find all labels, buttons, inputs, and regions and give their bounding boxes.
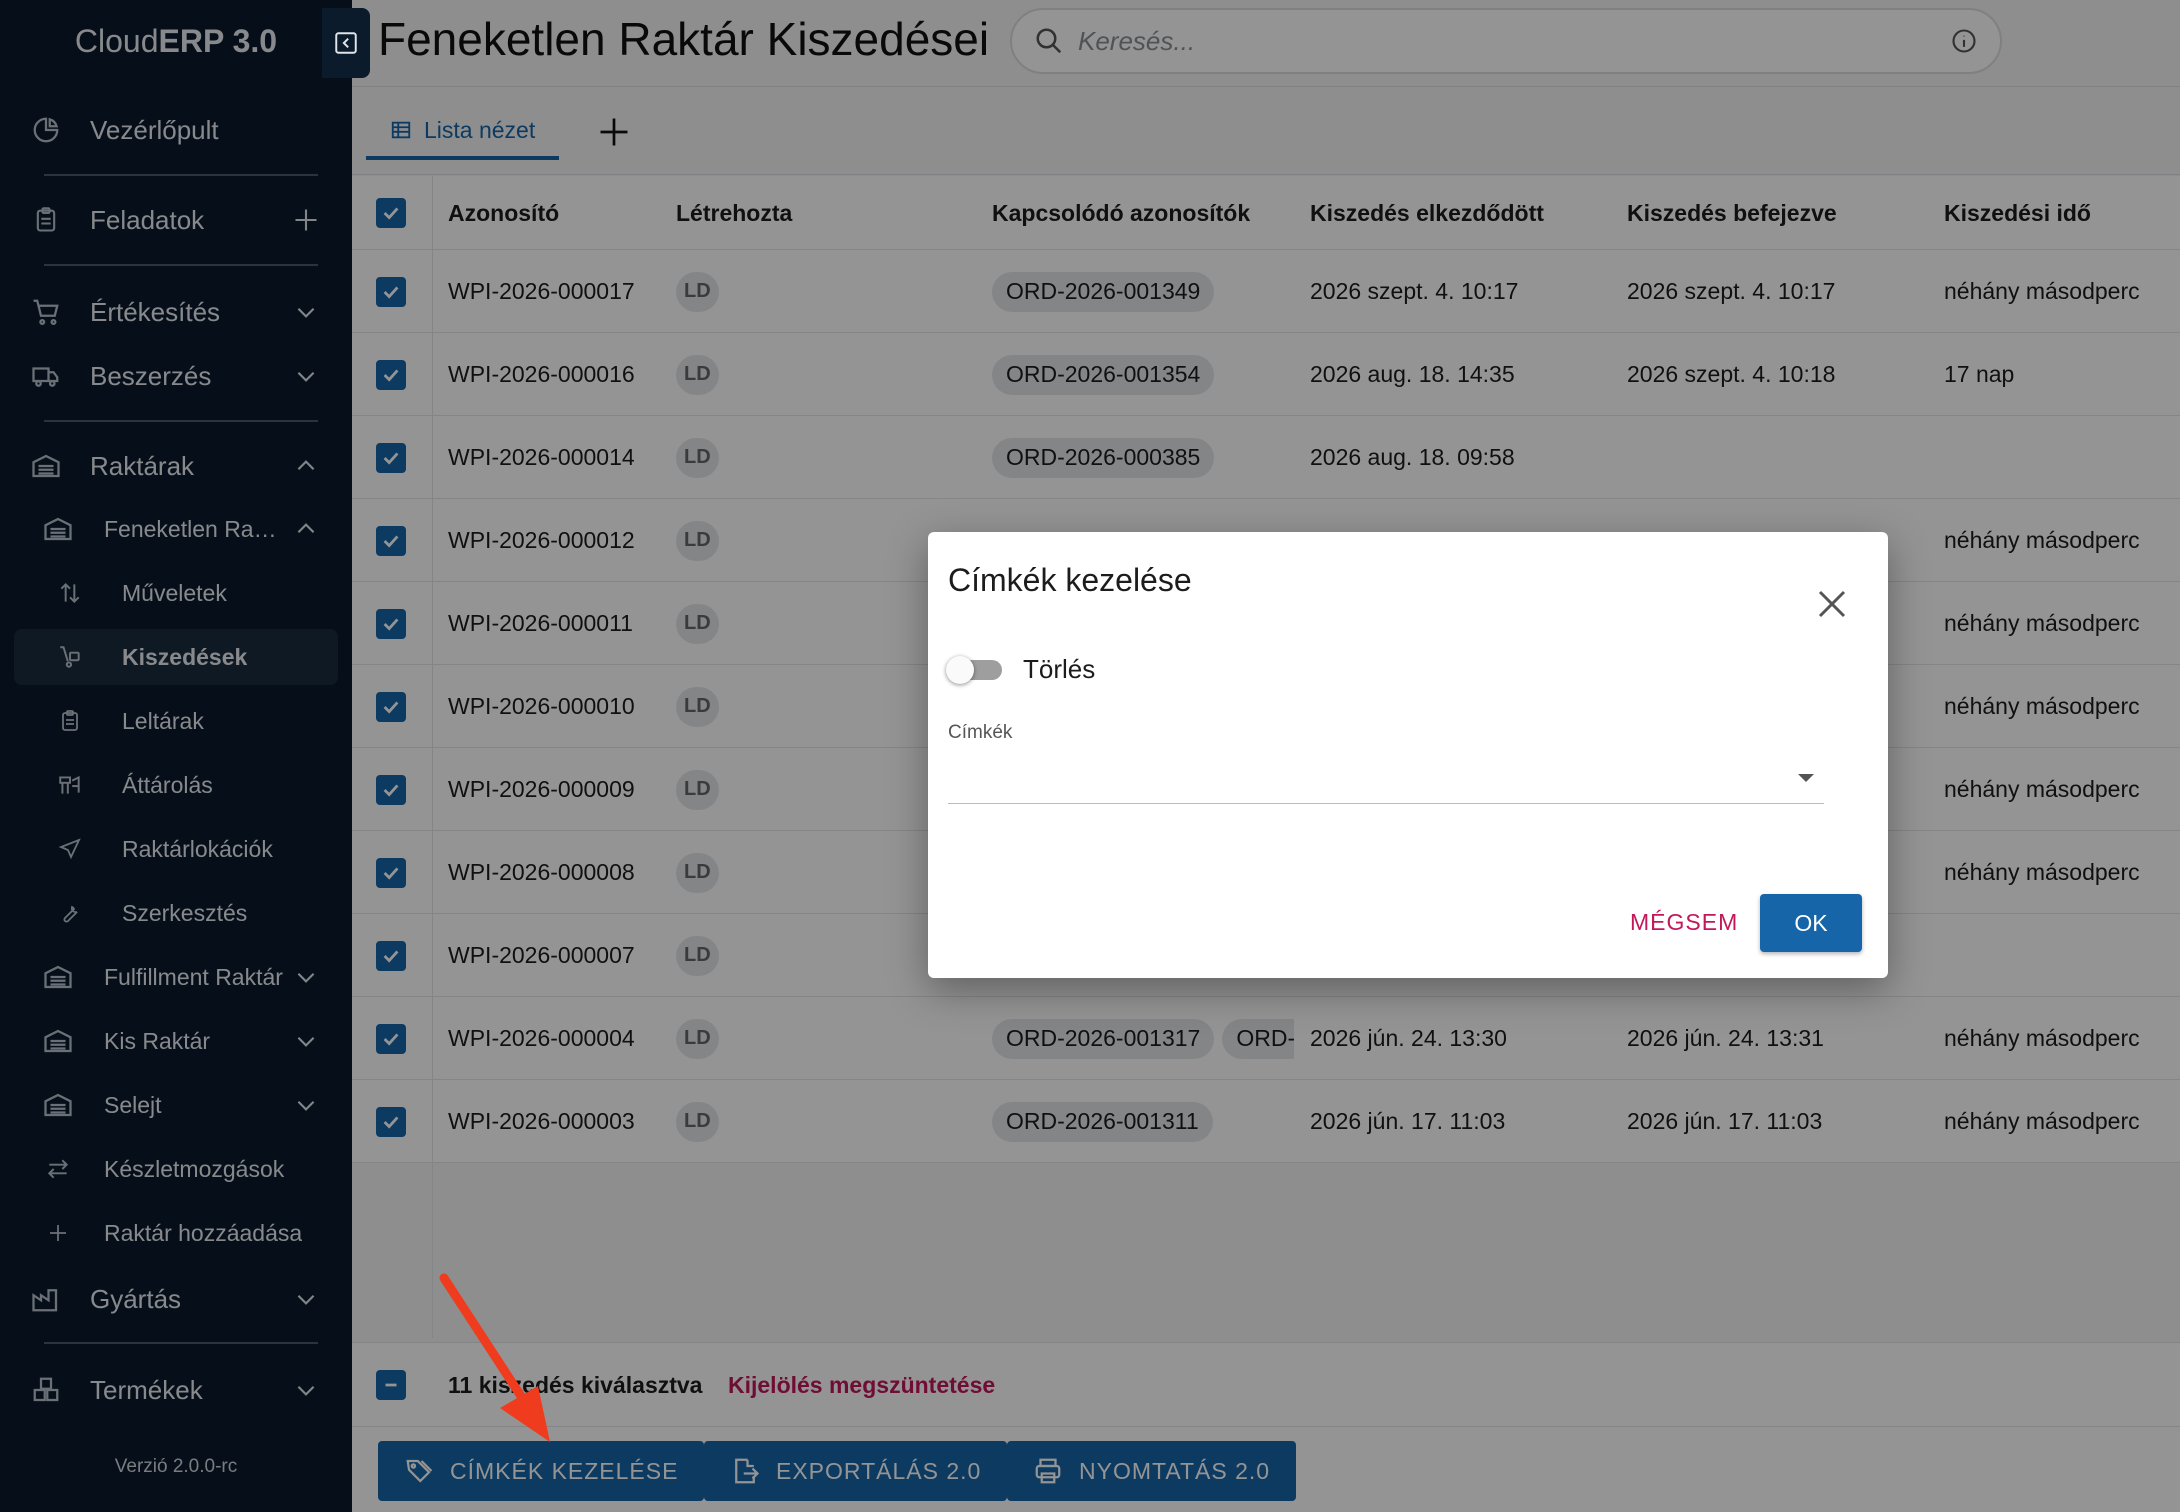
dialog-title: Címkék kezelése xyxy=(948,562,1192,598)
cancel-button[interactable]: MÉGSEM xyxy=(1620,894,1748,950)
ok-button[interactable]: OK xyxy=(1760,894,1862,952)
delete-toggle-label: Törlés xyxy=(1023,653,1096,684)
collapse-sidebar-button[interactable] xyxy=(322,8,370,78)
tags-field-label: Címkék xyxy=(948,722,1013,743)
close-dialog-button[interactable] xyxy=(1808,580,1856,628)
tags-select[interactable] xyxy=(948,754,1824,804)
toggle-thumb xyxy=(946,656,974,684)
close-icon xyxy=(1814,586,1850,622)
delete-toggle[interactable] xyxy=(946,652,1002,686)
collapse-left-icon xyxy=(333,30,359,56)
manage-tags-dialog: Címkék kezelése Törlés Címkék MÉGSEM OK xyxy=(928,532,1888,978)
dropdown-arrow-icon xyxy=(1798,774,1814,782)
